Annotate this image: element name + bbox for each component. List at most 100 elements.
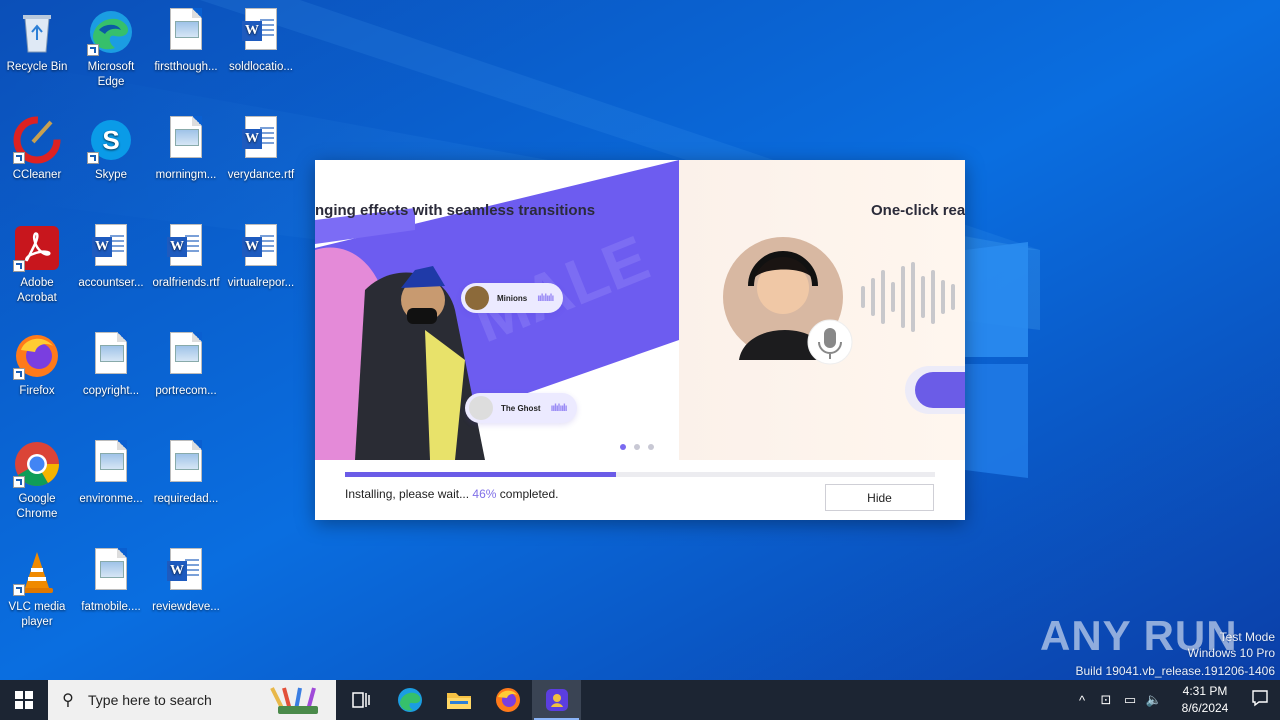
task-view-button[interactable] bbox=[336, 680, 385, 720]
taskbar-firefox-button[interactable] bbox=[483, 680, 532, 720]
shortcut-arrow-icon bbox=[13, 152, 25, 164]
desktop-icon-label: verydance.rtf bbox=[227, 169, 295, 181]
desktop-icon-accountser[interactable]: W accountser... bbox=[74, 224, 148, 291]
vlc-icon bbox=[13, 548, 61, 596]
word-document-icon: W bbox=[237, 8, 285, 56]
desktop-icon-label: requiredad... bbox=[153, 493, 219, 505]
desktop-icon-google-chrome[interactable]: Google Chrome bbox=[0, 440, 74, 522]
shortcut-arrow-icon bbox=[13, 476, 25, 488]
shortcut-arrow-icon bbox=[13, 260, 25, 272]
desktop-icon-firefox[interactable]: Firefox bbox=[0, 332, 74, 399]
desktop-icon-skype[interactable]: S Skype bbox=[74, 116, 148, 183]
watermark-os-edition: Windows 10 Pro bbox=[1187, 646, 1275, 660]
shortcut-arrow-icon bbox=[13, 584, 25, 596]
word-document-icon: W bbox=[237, 224, 285, 272]
desktop-icon-fatmobile[interactable]: fatmobile.... bbox=[74, 548, 148, 615]
taskbar-file-explorer-button[interactable] bbox=[434, 680, 483, 720]
start-button[interactable] bbox=[0, 680, 48, 720]
desktop-icon-oralfriends[interactable]: W oralfriends.rtf bbox=[149, 224, 223, 291]
action-center-button[interactable] bbox=[1240, 689, 1280, 712]
edge-icon bbox=[397, 688, 422, 712]
desktop-icon-adobe-acrobat[interactable]: Adobe Acrobat bbox=[0, 224, 74, 306]
desktop-icon-label: VLC media player bbox=[8, 601, 66, 628]
install-progress-bar bbox=[345, 472, 935, 477]
desktop-icon-microsoft-edge[interactable]: Microsoft Edge bbox=[74, 8, 148, 90]
desktop-icon-label: fatmobile.... bbox=[81, 601, 141, 613]
desktop-icon-environme[interactable]: environme... bbox=[74, 440, 148, 507]
carousel-dot[interactable] bbox=[620, 444, 626, 450]
taskbar-search-box[interactable]: ⚲ Type here to search bbox=[48, 680, 336, 720]
notification-icon bbox=[1252, 689, 1268, 706]
desktop-icon-requiredad[interactable]: requiredad... bbox=[149, 440, 223, 507]
voice-effect-pill-minions: Minions ıılılıılı bbox=[461, 283, 564, 313]
desktop-icon-recycle-bin[interactable]: Recycle Bin bbox=[0, 8, 74, 75]
hide-button[interactable]: Hide bbox=[825, 484, 934, 511]
waveform-icon: ıılılıılı bbox=[537, 292, 554, 304]
desktop-icon-portrecom[interactable]: portrecom... bbox=[149, 332, 223, 399]
desktop-icon-label: Skype bbox=[95, 169, 127, 181]
edge-icon bbox=[87, 8, 135, 56]
desktop-icon-label: Google Chrome bbox=[16, 493, 58, 520]
minions-avatar bbox=[465, 286, 489, 310]
desktop-icon-label: Microsoft Edge bbox=[87, 61, 135, 88]
clock-time: 4:31 PM bbox=[1182, 684, 1228, 698]
banner-right-title: One-click rea bbox=[871, 202, 965, 219]
chrome-icon bbox=[13, 440, 61, 488]
desktop-icon-label: CCleaner bbox=[12, 169, 62, 181]
carousel-dot[interactable] bbox=[634, 444, 640, 450]
show-hidden-icons-chevron-icon[interactable]: ^ bbox=[1070, 693, 1094, 708]
install-status-text: Installing, please wait... 46% completed… bbox=[345, 487, 558, 501]
desktop-icon-label: morningm... bbox=[155, 169, 217, 181]
network-icon[interactable]: ▭ bbox=[1118, 692, 1142, 708]
firefox-icon bbox=[495, 688, 520, 712]
svg-text:S: S bbox=[102, 125, 119, 155]
desktop-icon-vlc-media-player[interactable]: VLC media player bbox=[0, 548, 74, 630]
image-file-icon bbox=[87, 548, 135, 596]
pill-label: The Ghost bbox=[501, 403, 541, 413]
watermark-test-mode: Test Mode bbox=[1219, 630, 1275, 644]
desktop-icon-label: Recycle Bin bbox=[6, 61, 68, 73]
network-adapter-icon[interactable]: ⊡ bbox=[1094, 692, 1118, 708]
ghost-avatar bbox=[469, 396, 493, 420]
pill-label: Minions bbox=[497, 293, 528, 303]
desktop-icon-label: reviewdeve... bbox=[152, 601, 220, 613]
carousel-dot[interactable] bbox=[648, 444, 654, 450]
taskbar-edge-button[interactable] bbox=[385, 680, 434, 720]
desktop-icon-label: virtualrepor... bbox=[227, 277, 295, 289]
desktop-icon-verydance[interactable]: W verydance.rtf bbox=[224, 116, 298, 183]
promo-banner: MALE nging effects with seamless transit… bbox=[315, 160, 965, 460]
image-file-icon bbox=[162, 116, 210, 164]
word-document-icon: W bbox=[237, 116, 285, 164]
task-view-icon bbox=[351, 692, 370, 708]
desktop-icon-copyright[interactable]: copyright... bbox=[74, 332, 148, 399]
desktop-icon-label: portrecom... bbox=[155, 385, 217, 397]
volume-icon[interactable]: 🔈 bbox=[1142, 692, 1166, 708]
shortcut-arrow-icon bbox=[13, 368, 25, 380]
status-prefix: Installing, please wait... bbox=[345, 487, 473, 501]
desktop-icon-ccleaner[interactable]: CCleaner bbox=[0, 116, 74, 183]
desktop-icon-reviewdeve[interactable]: W reviewdeve... bbox=[149, 548, 223, 615]
desktop-icon-soldlocatio[interactable]: W soldlocatio... bbox=[224, 8, 298, 75]
taskbar-installer-app-button[interactable] bbox=[532, 680, 581, 720]
taskbar-clock[interactable]: 4:31 PM 8/6/2024 bbox=[1170, 683, 1240, 717]
voice-effect-pill-ghost: The Ghost ıılılıılı bbox=[465, 393, 577, 423]
shortcut-arrow-icon bbox=[87, 152, 99, 164]
word-document-icon: W bbox=[87, 224, 135, 272]
image-file-icon bbox=[162, 8, 210, 56]
desktop-icon-firstthough[interactable]: firstthough... bbox=[149, 8, 223, 75]
skype-icon: S bbox=[87, 116, 135, 164]
voice-changer-app-icon bbox=[545, 689, 568, 711]
status-percent: 46% bbox=[472, 487, 497, 501]
system-tray: ^ ⊡ ▭ 🔈 4:31 PM 8/6/2024 bbox=[1070, 680, 1280, 720]
taskbar: ⚲ Type here to search ^ ⊡ ▭ 🔈 4:31 PM 8/… bbox=[0, 680, 1280, 720]
search-highlight-brushes-icon bbox=[270, 687, 318, 714]
search-placeholder: Type here to search bbox=[88, 692, 212, 708]
desktop-icon-virtualrepor[interactable]: W virtualrepor... bbox=[224, 224, 298, 291]
installer-window: MALE nging effects with seamless transit… bbox=[315, 160, 965, 520]
recycle-bin-icon bbox=[13, 8, 61, 56]
image-file-icon bbox=[162, 332, 210, 380]
image-file-icon bbox=[162, 440, 210, 488]
desktop-icon-morningm[interactable]: morningm... bbox=[149, 116, 223, 183]
watermark-build: Build 19041.vb_release.191206-1406 bbox=[1075, 664, 1276, 678]
image-file-icon bbox=[87, 440, 135, 488]
